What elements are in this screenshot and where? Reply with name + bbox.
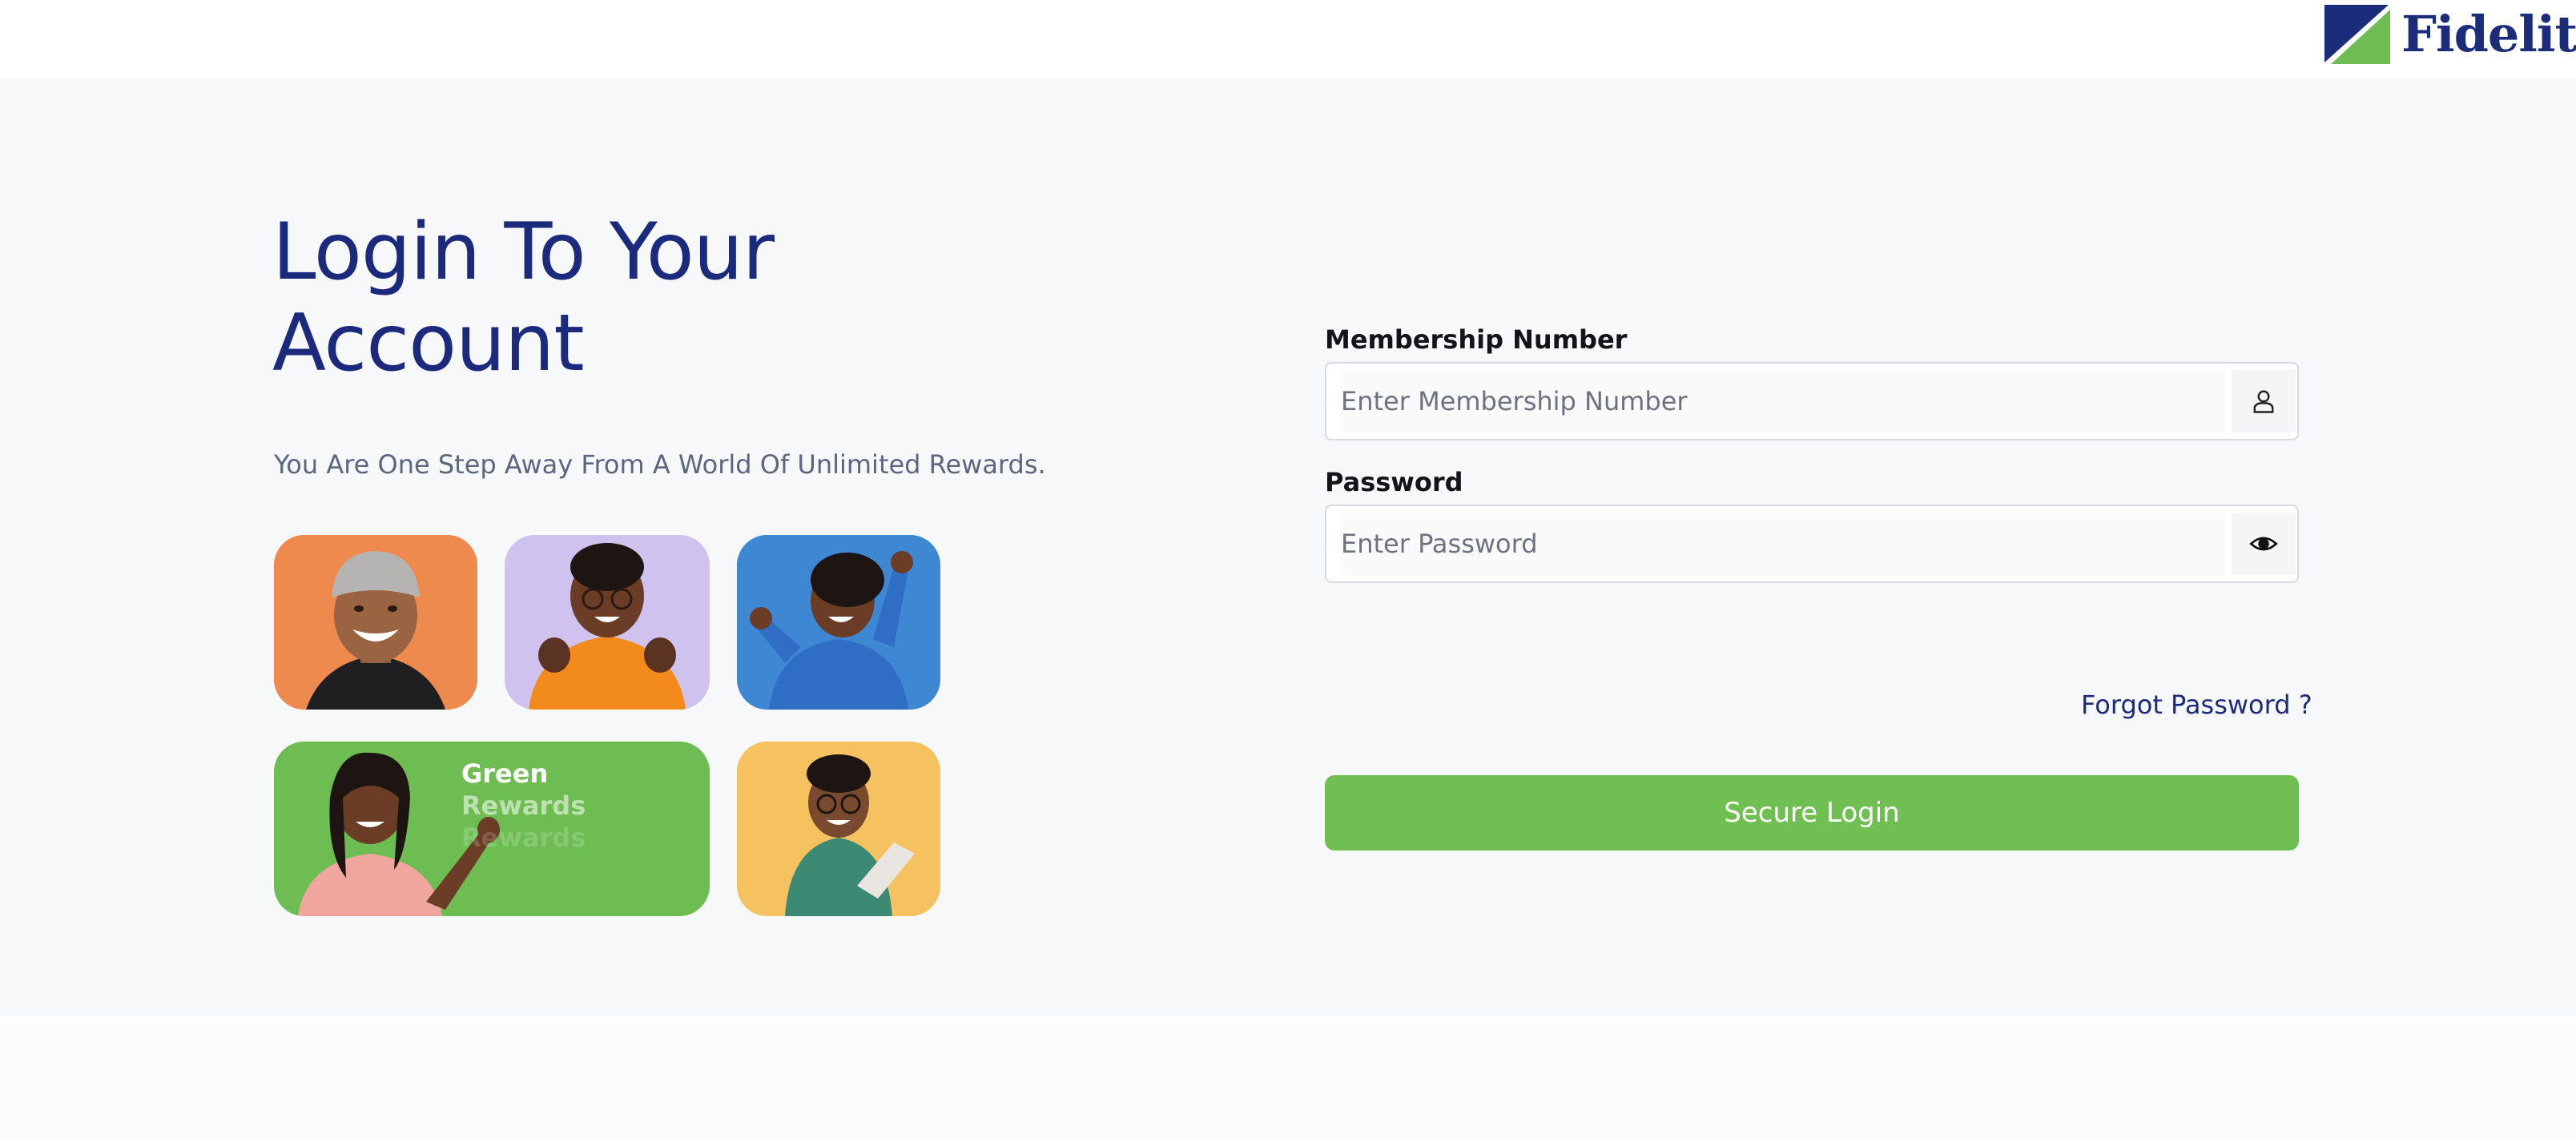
rewards-caption-line-2: Rewards [461, 790, 586, 821]
password-label: Password [1325, 467, 1463, 497]
login-section: Login To Your Account You Are One Step A… [0, 78, 2576, 1015]
green-rewards-photo: Green Rewards Rewards [274, 742, 710, 916]
top-bar: Fidelity [0, 0, 2576, 78]
eye-icon[interactable] [2232, 513, 2296, 575]
membership-number-input[interactable] [1341, 370, 2225, 432]
password-field-wrapper [1325, 505, 2299, 583]
password-input[interactable] [1341, 513, 2225, 575]
brand-name: Fidelity [2401, 5, 2576, 63]
page-subtitle: You Are One Step Away From A World Of Un… [274, 449, 1046, 480]
fidelity-logo[interactable]: Fidelity [2324, 5, 2576, 64]
smiling-man-photo [274, 535, 477, 710]
forgot-password-link[interactable]: Forgot Password ? [2081, 689, 2312, 721]
rewards-caption-line-1: Green [461, 758, 549, 789]
celebrating-woman-photo [505, 535, 710, 710]
secure-login-button[interactable]: Secure Login [1325, 775, 2299, 850]
page-footer [0, 1015, 2576, 1142]
page-title: Login To Your Account [272, 207, 775, 389]
membership-number-label: Membership Number [1325, 324, 1628, 355]
dancing-woman-photo [737, 535, 940, 710]
user-icon [2232, 370, 2296, 432]
membership-number-field-wrapper [1325, 362, 2299, 440]
man-with-laptop-photo [737, 742, 940, 916]
fidelity-logo-mark-icon [2324, 5, 2390, 64]
rewards-caption-line-3: Rewards [461, 822, 586, 853]
